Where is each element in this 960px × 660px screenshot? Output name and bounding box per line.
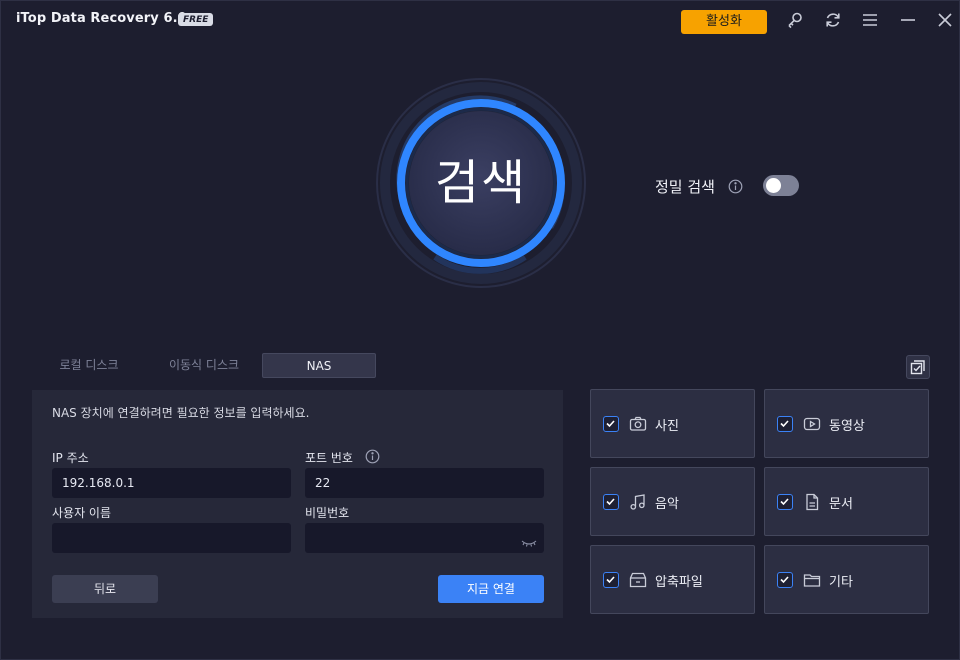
back-button[interactable]: 뒤로: [52, 575, 158, 603]
tab-removable-disk[interactable]: 이동식 디스크: [147, 353, 261, 378]
info-icon[interactable]: [728, 179, 743, 194]
type-card-music[interactable]: 음악: [590, 467, 755, 536]
archive-checkbox[interactable]: [603, 572, 619, 588]
type-card-other[interactable]: 기타: [764, 545, 929, 614]
other-checkbox[interactable]: [777, 572, 793, 588]
type-card-document[interactable]: 문서: [764, 467, 929, 536]
select-all-button[interactable]: [906, 355, 930, 379]
type-label-document: 문서: [829, 497, 853, 512]
refresh-icon[interactable]: [824, 11, 842, 29]
select-all-icon: [910, 360, 925, 375]
photo-checkbox[interactable]: [603, 416, 619, 432]
scan-label: 검색: [434, 155, 528, 211]
camera-icon: [629, 415, 647, 433]
ip-field[interactable]: [52, 468, 291, 498]
app-title: iTop Data Recovery 6.0: [16, 11, 187, 26]
video-icon: [803, 415, 821, 433]
port-field[interactable]: [305, 468, 544, 498]
close-icon[interactable]: [936, 11, 954, 29]
connect-button[interactable]: 지금 연결: [438, 575, 544, 603]
document-checkbox[interactable]: [777, 494, 793, 510]
key-icon[interactable]: [786, 11, 804, 29]
type-label-photo: 사진: [655, 419, 679, 434]
check-icon: [606, 420, 615, 428]
check-icon: [780, 498, 789, 506]
check-icon: [780, 576, 789, 584]
type-label-music: 음악: [655, 497, 679, 512]
tab-nas[interactable]: NAS: [262, 353, 376, 378]
type-label-other: 기타: [829, 575, 853, 590]
tab-local-disk[interactable]: 로컬 디스크: [32, 353, 146, 378]
type-card-photo[interactable]: 사진: [590, 389, 755, 458]
password-field[interactable]: [305, 523, 544, 553]
folder-icon: [803, 571, 821, 589]
music-checkbox[interactable]: [603, 494, 619, 510]
free-badge: FREE: [178, 13, 214, 26]
check-icon: [606, 576, 615, 584]
type-label-video: 동영상: [829, 419, 865, 434]
port-info-icon[interactable]: [365, 449, 380, 464]
ip-label: IP 주소: [52, 451, 89, 465]
source-tabs: 로컬 디스크 이동식 디스크 NAS: [32, 353, 562, 379]
activate-button[interactable]: 활성화: [681, 10, 767, 34]
check-icon: [780, 420, 789, 428]
app-window: iTop Data Recovery 6.0 FREE 활성화 검색 정밀 검색…: [0, 0, 960, 660]
toggle-knob: [766, 178, 781, 193]
type-label-archive: 압축파일: [655, 575, 703, 590]
nas-hint: NAS 장치에 연결하려면 필요한 정보를 입력하세요.: [52, 406, 310, 420]
video-checkbox[interactable]: [777, 416, 793, 432]
username-field[interactable]: [52, 523, 291, 553]
password-label: 비밀번호: [305, 506, 350, 520]
nas-panel: NAS 장치에 연결하려면 필요한 정보를 입력하세요. IP 주소 포트 번호…: [32, 390, 563, 618]
scan-button[interactable]: 검색: [375, 77, 587, 289]
archive-icon: [629, 571, 647, 589]
port-label: 포트 번호: [305, 451, 353, 465]
type-card-archive[interactable]: 압축파일: [590, 545, 755, 614]
type-card-video[interactable]: 동영상: [764, 389, 929, 458]
username-label: 사용자 이름: [52, 506, 112, 520]
check-icon: [606, 498, 615, 506]
eye-closed-icon[interactable]: [521, 533, 537, 547]
deep-scan-label: 정밀 검색: [655, 178, 715, 196]
document-icon: [803, 493, 821, 511]
menu-icon[interactable]: [861, 11, 879, 29]
title-bar: iTop Data Recovery 6.0 FREE 활성화: [1, 1, 959, 39]
deep-scan-toggle[interactable]: [763, 175, 799, 196]
minimize-icon[interactable]: [899, 11, 917, 29]
music-icon: [629, 493, 647, 511]
